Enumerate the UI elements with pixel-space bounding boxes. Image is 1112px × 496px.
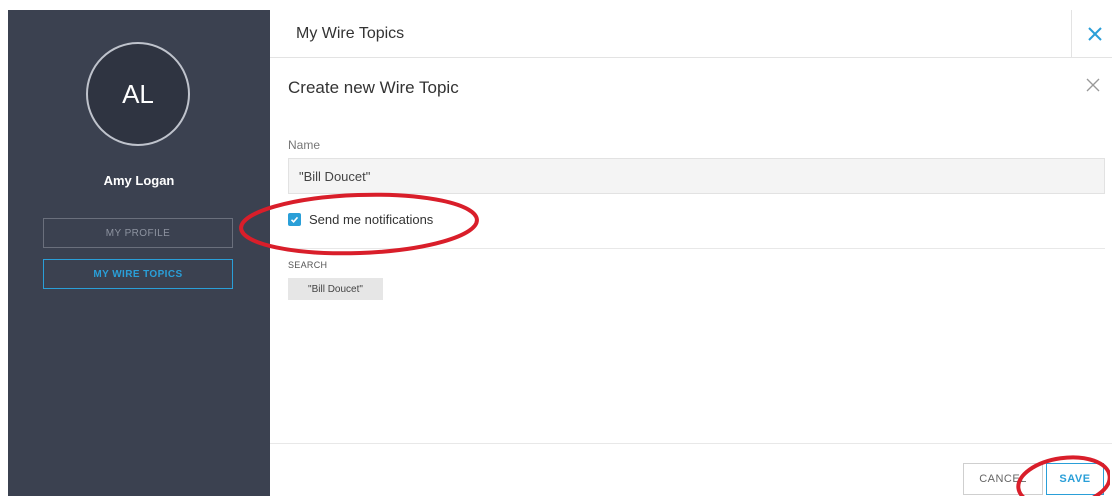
notifications-label: Send me notifications [309,212,434,227]
notifications-option[interactable]: Send me notifications [288,212,433,227]
save-button[interactable]: SAVE [1046,463,1104,495]
close-panel-icon[interactable] [1082,18,1108,50]
panel-header: My Wire Topics [270,10,1112,58]
my-profile-button[interactable]: MY PROFILE [43,218,233,248]
name-label: Name [288,138,321,152]
footer-divider [270,443,1112,444]
name-input-value: "Bill Doucet" [299,168,371,184]
page-margin [0,0,8,496]
notifications-checkbox[interactable] [288,213,301,226]
user-name: Amy Logan [103,173,175,188]
avatar-initials: AL [122,78,154,109]
name-input[interactable]: "Bill Doucet" [288,158,1105,194]
wire-topics-panel: My Wire Topics Create new Wire Topic Nam… [270,0,1112,496]
avatar: AL [86,42,190,146]
profile-sidebar: AL Amy Logan MY PROFILE MY WIRE TOPICS [8,10,270,496]
close-form-icon[interactable] [1082,74,1104,96]
header-divider [1071,10,1072,58]
form-title: Create new Wire Topic [288,78,459,97]
check-icon [290,216,299,223]
my-wire-topics-button[interactable]: MY WIRE TOPICS [43,259,233,289]
search-label: SEARCH [288,260,328,270]
page-title: My Wire Topics [296,25,405,42]
divider [288,248,1105,249]
cancel-button[interactable]: CANCEL [963,463,1043,495]
search-term-chip: "Bill Doucet" [288,278,383,300]
